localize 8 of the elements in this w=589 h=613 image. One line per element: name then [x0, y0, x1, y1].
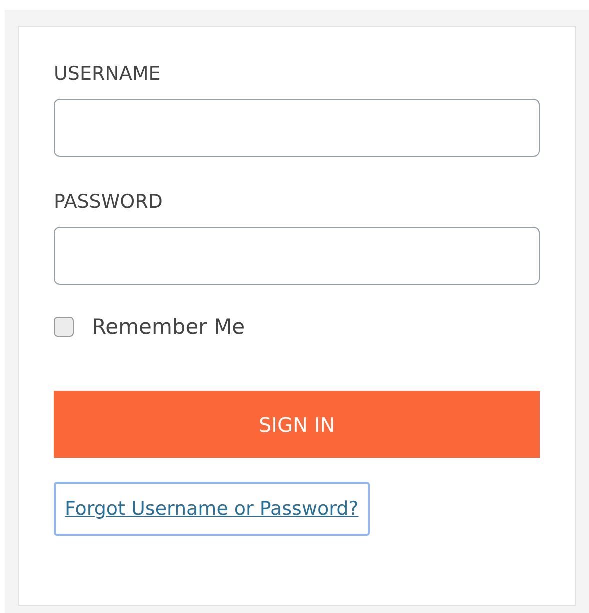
checkbox[interactable]	[54, 317, 74, 337]
input-field[interactable]	[54, 227, 540, 285]
forgot-link[interactable]: Forgot Username or Password?	[54, 482, 370, 536]
checkbox-label: Remember Me	[92, 315, 245, 339]
field-label: PASSWORD	[54, 191, 163, 213]
field-label: USERNAME	[54, 63, 161, 85]
sign-in-button[interactable]: SIGN IN	[54, 391, 540, 458]
input-field[interactable]	[54, 99, 540, 157]
